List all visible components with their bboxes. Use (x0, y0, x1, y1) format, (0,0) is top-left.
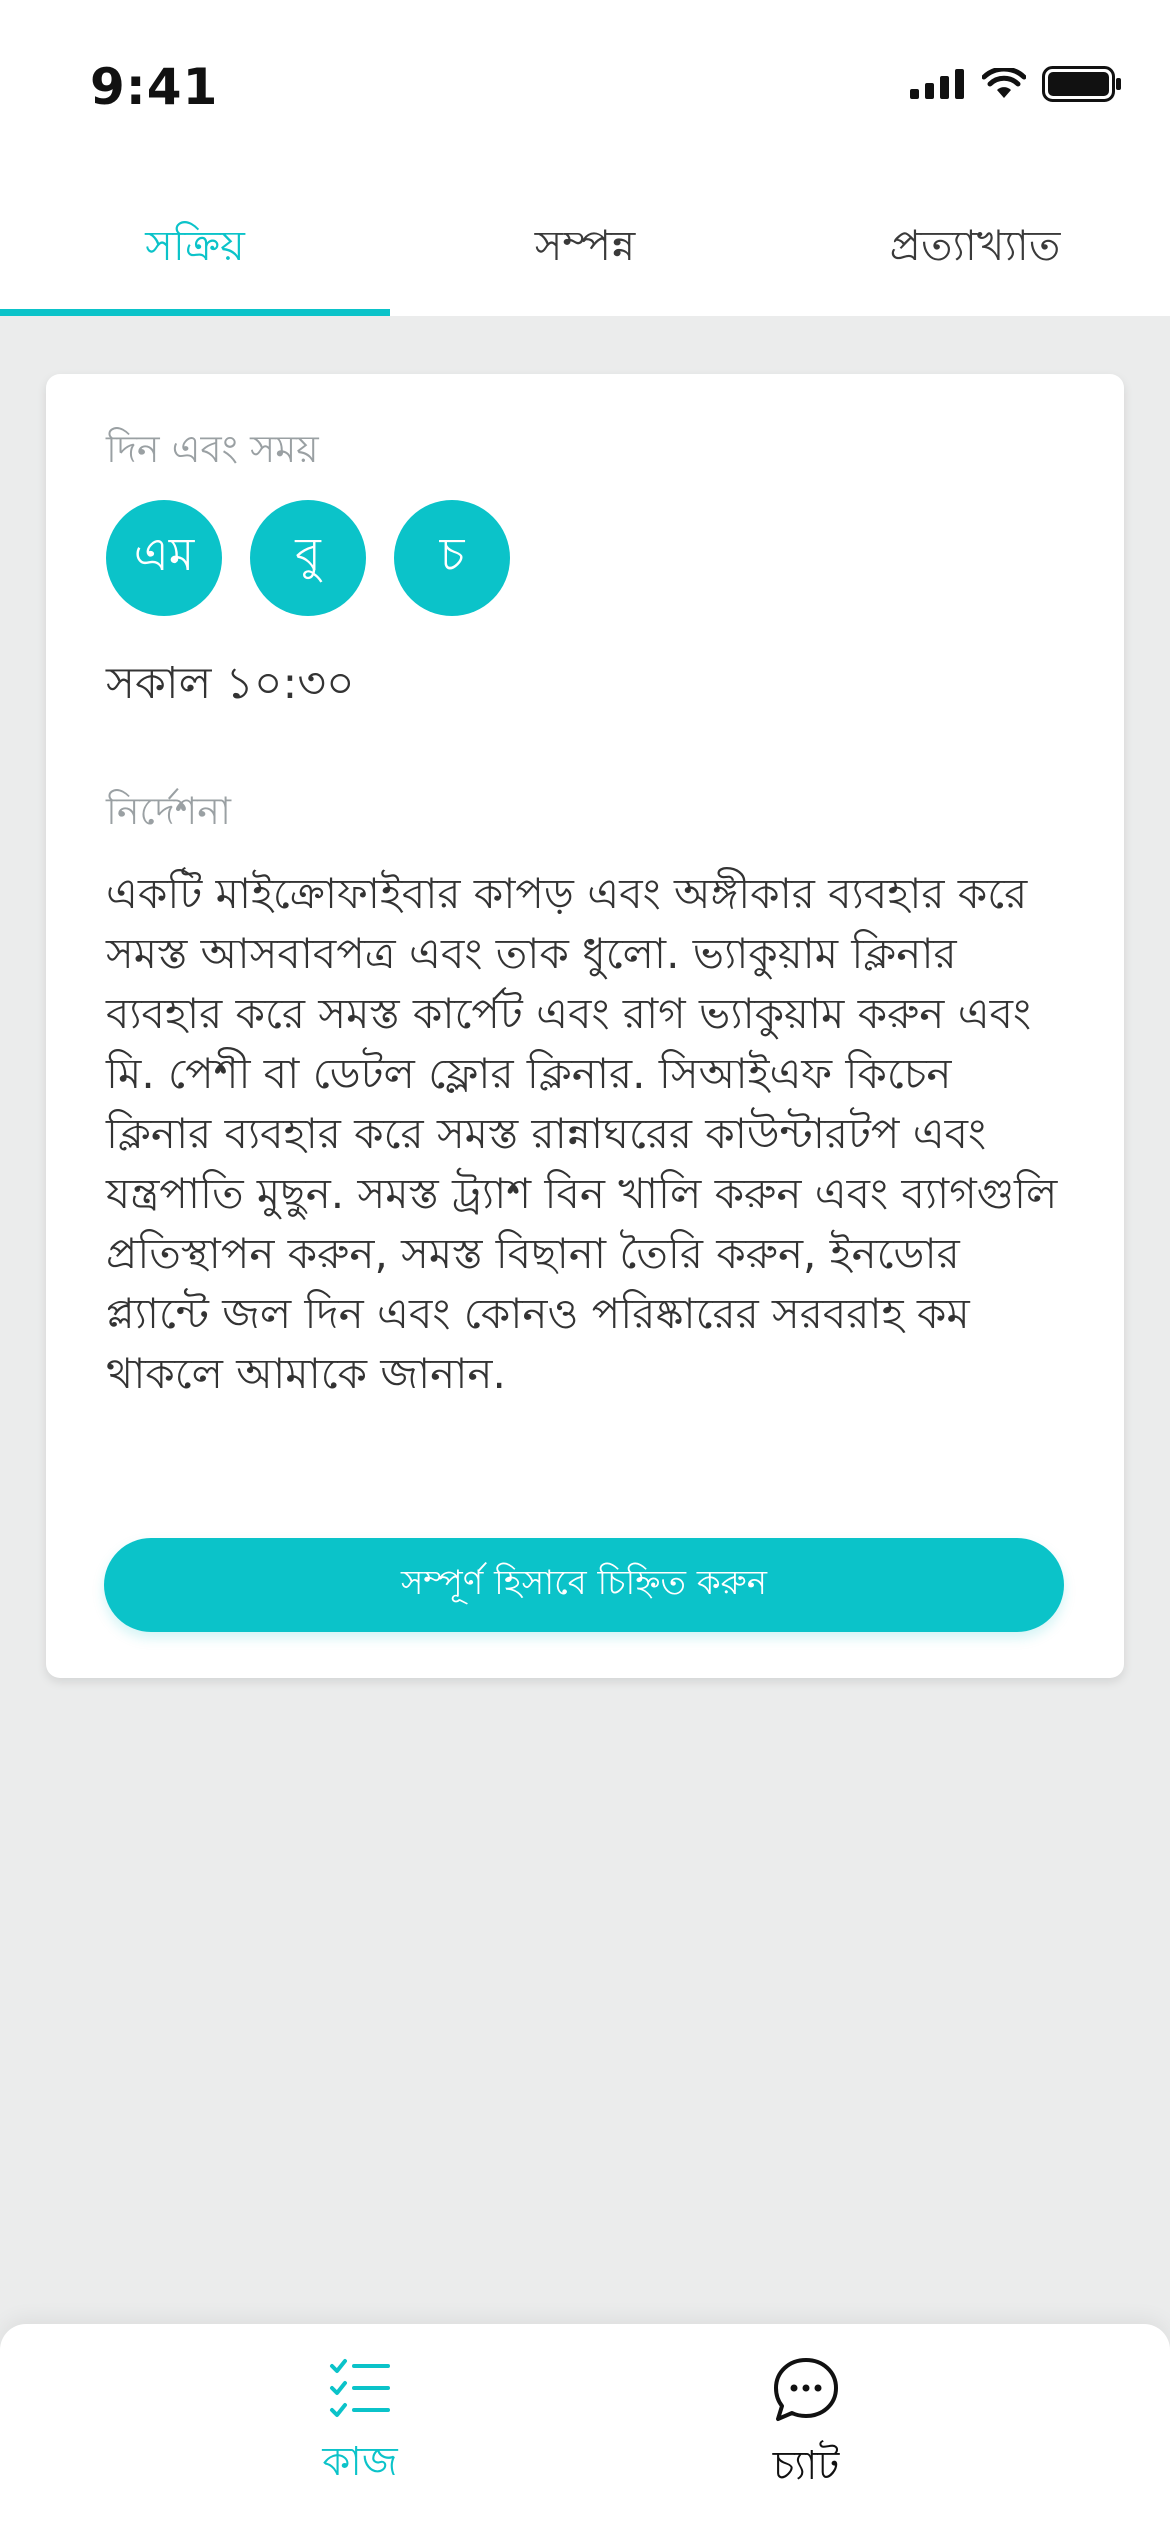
battery-icon (1042, 66, 1121, 102)
signal-icon (910, 69, 964, 99)
mark-complete-button[interactable]: সম্পূর্ণ হিসাবে চিহ্নিত করুন (104, 1538, 1064, 1632)
wifi-icon (982, 68, 1026, 98)
nav-label-chat: চ্যাট (772, 2443, 840, 2489)
day-chip-wednesday: বু (250, 500, 366, 616)
tab-bar: সক্রিয় সম্পন্ন প্রত্যাখ্যাত (0, 180, 1170, 316)
status-bar: 9:41 (0, 0, 1170, 180)
chat-bubble-icon (774, 2358, 838, 2421)
status-time: 9:41 (90, 58, 219, 116)
day-chip-thursday: চ (394, 500, 510, 616)
nav-item-chat[interactable]: চ্যাট (676, 2356, 936, 2501)
task-card: দিন এবং সময় এম বু চ সকাল ১০:৩০ নির্দেশন… (46, 374, 1124, 1678)
task-time: সকাল ১০:৩০ (106, 658, 355, 709)
day-time-label: দিন এবং সময় (106, 427, 319, 471)
instructions-label: নির্দেশনা (106, 789, 231, 833)
bottom-nav: কাজ চ্যাট (0, 2324, 1170, 2532)
nav-label-tasks: কাজ (322, 2439, 398, 2485)
instructions-text: একটি মাইক্রোফাইবার কাপড় এবং অঙ্গীকার ব্… (106, 869, 1058, 1398)
nav-item-tasks[interactable]: কাজ (230, 2356, 490, 2497)
tab-rejected[interactable]: প্রত্যাখ্যাত (780, 180, 1170, 316)
day-chips: এম বু চ (106, 500, 510, 616)
day-chip-monday: এম (106, 500, 222, 616)
tab-completed[interactable]: সম্পন্ন (390, 180, 780, 316)
checklist-icon (330, 2359, 390, 2417)
status-icons (910, 66, 1122, 102)
tab-active[interactable]: সক্রিয় (0, 180, 390, 316)
